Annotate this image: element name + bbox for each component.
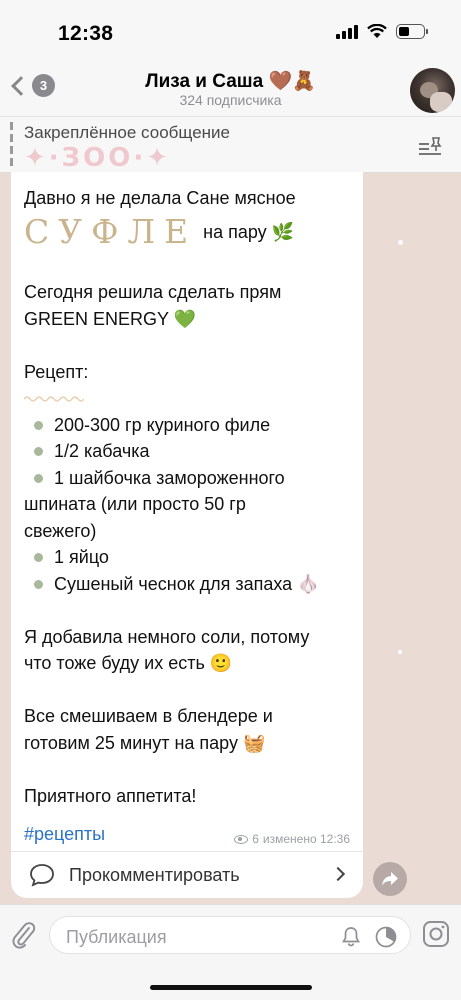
ingredient-item: 1/2 кабачка	[24, 438, 359, 465]
hashtag-link[interactable]: #рецепты	[24, 824, 105, 845]
pinned-indicator	[10, 122, 13, 168]
camera-icon[interactable]	[421, 919, 451, 949]
channel-avatar[interactable]	[410, 68, 455, 113]
ingredient-item: Сушеный чеснок для запаха 🧄	[24, 571, 359, 598]
status-icons	[336, 24, 428, 39]
message-line: Давно я не делала Сане мясное	[24, 188, 296, 208]
share-button[interactable]	[373, 862, 407, 896]
message-bubble[interactable]: Давно я не делала Сане мясное СУФЛЕ на п…	[11, 172, 363, 898]
message-line: готовим 25 минут на пару 🧺	[24, 732, 266, 753]
nav-header: Лиза и Саша 🤎🧸 324 подписчика 3	[0, 64, 461, 116]
background-dot	[398, 650, 402, 654]
message-line: Я добавила немного соли, потому	[24, 626, 310, 647]
chevron-left-icon	[11, 75, 31, 96]
input-placeholder: Публикация	[66, 927, 167, 947]
home-indicator	[150, 985, 312, 990]
message-line: Сегодня решила сделать прям	[24, 282, 282, 302]
signal-icon	[336, 24, 358, 39]
eye-icon	[234, 834, 249, 844]
paperclip-icon[interactable]	[10, 920, 38, 950]
battery-icon	[396, 24, 428, 39]
ingredient-item: 1 яйцо	[24, 544, 359, 571]
bullet-icon	[34, 579, 43, 589]
view-count: 6	[252, 832, 259, 846]
schedule-icon[interactable]	[374, 925, 398, 949]
recipe-label: Рецепт:	[24, 361, 89, 382]
bullet-icon	[34, 553, 43, 562]
ingredient-item: 200-300 гр куриного филе	[24, 412, 359, 439]
comment-label: Прокомментировать	[69, 865, 240, 885]
message-line: Приятного аппетита!	[24, 785, 197, 806]
publication-input[interactable]: Публикация	[49, 916, 411, 954]
sufle-line: СУФЛЕ на пару 🌿	[24, 213, 359, 253]
subscriber-count: 324 подписчика	[179, 92, 282, 108]
background-dot	[398, 240, 403, 245]
message-line: свежего)	[24, 520, 97, 541]
bullet-icon	[34, 420, 43, 430]
unread-badge: 3	[32, 74, 55, 97]
message-meta: 6 изменено 12:36	[234, 832, 350, 846]
message-line: шпината (или просто 50 гр	[24, 494, 246, 514]
sufle-word: СУФЛЕ	[24, 212, 198, 252]
input-bar: Публикация	[0, 904, 461, 1000]
status-bar: 12:38	[0, 0, 461, 64]
channel-title[interactable]: Лиза и Саша 🤎🧸	[0, 69, 461, 93]
message-line: GREEN ENERGY 💚	[24, 308, 197, 329]
message-line: что тоже буду их есть 🙂	[24, 653, 233, 673]
comment-button[interactable]: Прокомментировать	[11, 852, 363, 898]
back-button[interactable]: 3	[8, 74, 55, 97]
edited-timestamp: изменено 12:36	[262, 832, 350, 846]
ingredient-item: 1 шайбочка замороженного	[24, 465, 359, 492]
pinned-label: Закреплённое сообщение	[24, 123, 230, 142]
wifi-icon	[367, 24, 387, 38]
status-time: 12:38	[58, 22, 114, 45]
bell-icon[interactable]	[340, 925, 362, 947]
pin-list-icon[interactable]	[417, 135, 443, 157]
squiggle-divider	[23, 396, 85, 402]
bullet-icon	[34, 447, 43, 456]
message-line: на пару 🌿	[203, 222, 295, 243]
comment-bubble-icon	[30, 864, 54, 887]
message-text: Давно я не делала Сане мясное СУФЛЕ на п…	[23, 185, 359, 809]
message-line: Все смешиваем в блендере и	[24, 706, 273, 726]
pinned-text: ✦·ЗОО·✦	[24, 143, 172, 173]
chevron-right-icon	[330, 866, 346, 882]
pinned-message-bar[interactable]: Закреплённое сообщение ✦·ЗОО·✦	[0, 116, 461, 173]
bullet-icon	[34, 473, 43, 483]
share-arrow-icon	[382, 872, 398, 886]
